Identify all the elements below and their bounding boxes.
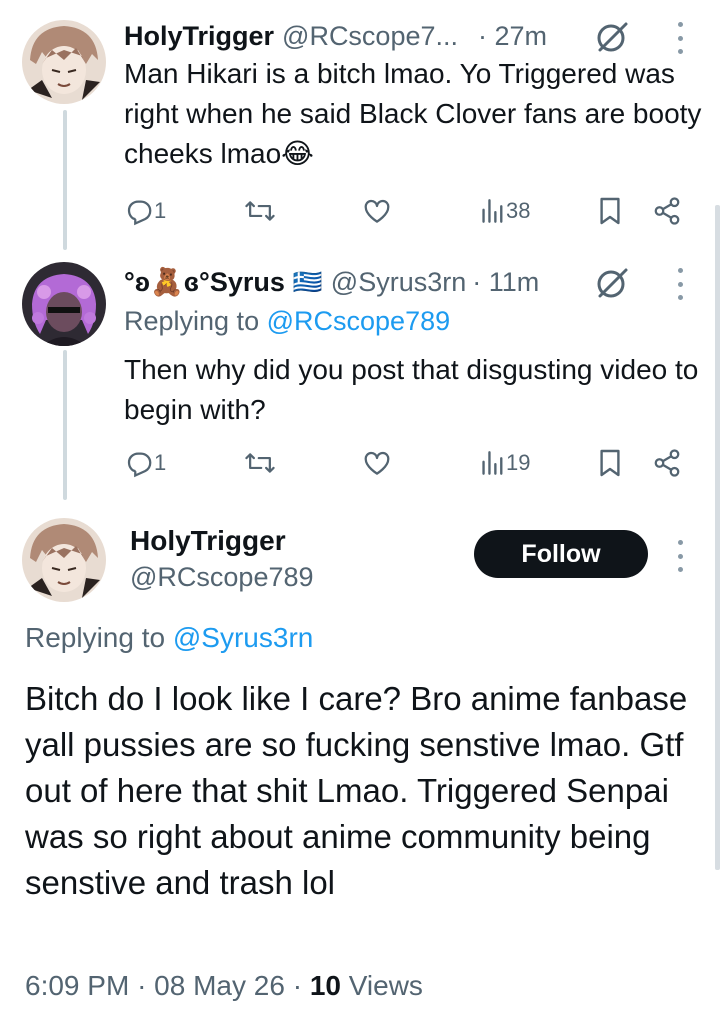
reply-text: Man Hikari is a bitch lmao. Yo Triggered… bbox=[124, 58, 702, 169]
bookmark-button[interactable] bbox=[598, 446, 622, 480]
tweet-meta: 6:09 PM · 08 May 26 · 10 Views bbox=[25, 970, 423, 1002]
like-button[interactable] bbox=[362, 446, 392, 480]
more-icon[interactable] bbox=[674, 268, 686, 300]
views-label: Views bbox=[348, 970, 423, 1001]
retweet-button[interactable] bbox=[244, 194, 276, 228]
flag-emoji: 🇬🇷 bbox=[292, 268, 323, 296]
mention-link[interactable]: @Syrus3rn bbox=[173, 622, 313, 653]
grok-icon[interactable] bbox=[596, 20, 630, 54]
follow-button[interactable]: Follow bbox=[474, 530, 648, 578]
tweet-date[interactable]: 08 May 26 bbox=[154, 970, 285, 1001]
timestamp[interactable]: · 11m bbox=[472, 267, 539, 298]
replying-prefix: Replying to bbox=[124, 306, 260, 336]
handle[interactable]: @Syrus3rn bbox=[331, 267, 466, 298]
tweet-text: Bitch do I look like I care? Bro anime f… bbox=[25, 680, 688, 901]
views-button[interactable]: 19 bbox=[480, 446, 530, 480]
handle[interactable]: @RCscope789 bbox=[130, 562, 314, 593]
display-name[interactable]: °ʚ🧸ɞ°Syrus bbox=[124, 266, 285, 298]
reply-icon bbox=[127, 200, 152, 226]
reply-count: 1 bbox=[154, 450, 167, 475]
like-icon bbox=[364, 451, 390, 475]
avatar[interactable] bbox=[22, 518, 106, 602]
retweet-icon bbox=[245, 201, 275, 221]
reply-tweet[interactable]: HolyTrigger @RCscope7... · 27m Man Hikar… bbox=[0, 16, 720, 236]
more-icon[interactable] bbox=[674, 540, 686, 572]
views-count: 38 bbox=[506, 198, 531, 223]
reply-button[interactable]: 1 bbox=[124, 446, 166, 480]
display-name[interactable]: HolyTrigger bbox=[130, 525, 286, 557]
reply-text: Then why did you post that disgusting vi… bbox=[124, 354, 699, 425]
reply-tweet[interactable]: °ʚ🧸ɞ°Syrus 🇬🇷 @Syrus3rn · 11m Replying t… bbox=[0, 262, 720, 482]
like-icon bbox=[364, 199, 390, 223]
retweet-icon bbox=[245, 453, 275, 473]
bookmark-icon bbox=[600, 197, 620, 225]
scrollbar[interactable] bbox=[715, 205, 720, 870]
bookmark-icon bbox=[600, 449, 620, 477]
replying-to: Replying to @RCscope789 bbox=[124, 306, 450, 337]
bookmark-button[interactable] bbox=[598, 194, 622, 228]
separator: · bbox=[137, 970, 155, 1001]
display-name[interactable]: HolyTrigger bbox=[124, 21, 274, 52]
views-button[interactable]: 38 bbox=[480, 194, 530, 228]
views-icon bbox=[482, 199, 503, 223]
mention-link[interactable]: @RCscope789 bbox=[267, 306, 451, 336]
handle[interactable]: @RCscope7... bbox=[282, 21, 458, 52]
reply-header: °ʚ🧸ɞ°Syrus 🇬🇷 @Syrus3rn · 11m bbox=[124, 262, 720, 302]
reply-count: 1 bbox=[154, 198, 167, 223]
grok-icon[interactable] bbox=[596, 266, 630, 300]
action-bar: 1 19 bbox=[124, 446, 684, 480]
views-count: 10 bbox=[309, 970, 341, 1001]
replying-to: Replying to @Syrus3rn bbox=[25, 622, 313, 654]
replying-prefix: Replying to bbox=[25, 622, 166, 653]
action-bar: 1 38 bbox=[124, 194, 684, 228]
reply-button[interactable]: 1 bbox=[124, 194, 166, 228]
separator: · bbox=[292, 970, 310, 1001]
views-icon bbox=[482, 451, 503, 475]
timestamp[interactable]: · 27m bbox=[478, 21, 547, 52]
share-button[interactable] bbox=[652, 194, 682, 228]
share-button[interactable] bbox=[652, 446, 682, 480]
tweet-time[interactable]: 6:09 PM bbox=[25, 970, 129, 1001]
like-button[interactable] bbox=[362, 194, 392, 228]
reply-header: HolyTrigger @RCscope7... · 27m bbox=[124, 16, 720, 56]
reply-icon bbox=[127, 452, 152, 478]
views-count: 19 bbox=[506, 450, 531, 475]
share-icon bbox=[654, 449, 680, 477]
share-icon bbox=[654, 197, 680, 225]
more-icon[interactable] bbox=[674, 22, 686, 54]
retweet-button[interactable] bbox=[244, 446, 276, 480]
